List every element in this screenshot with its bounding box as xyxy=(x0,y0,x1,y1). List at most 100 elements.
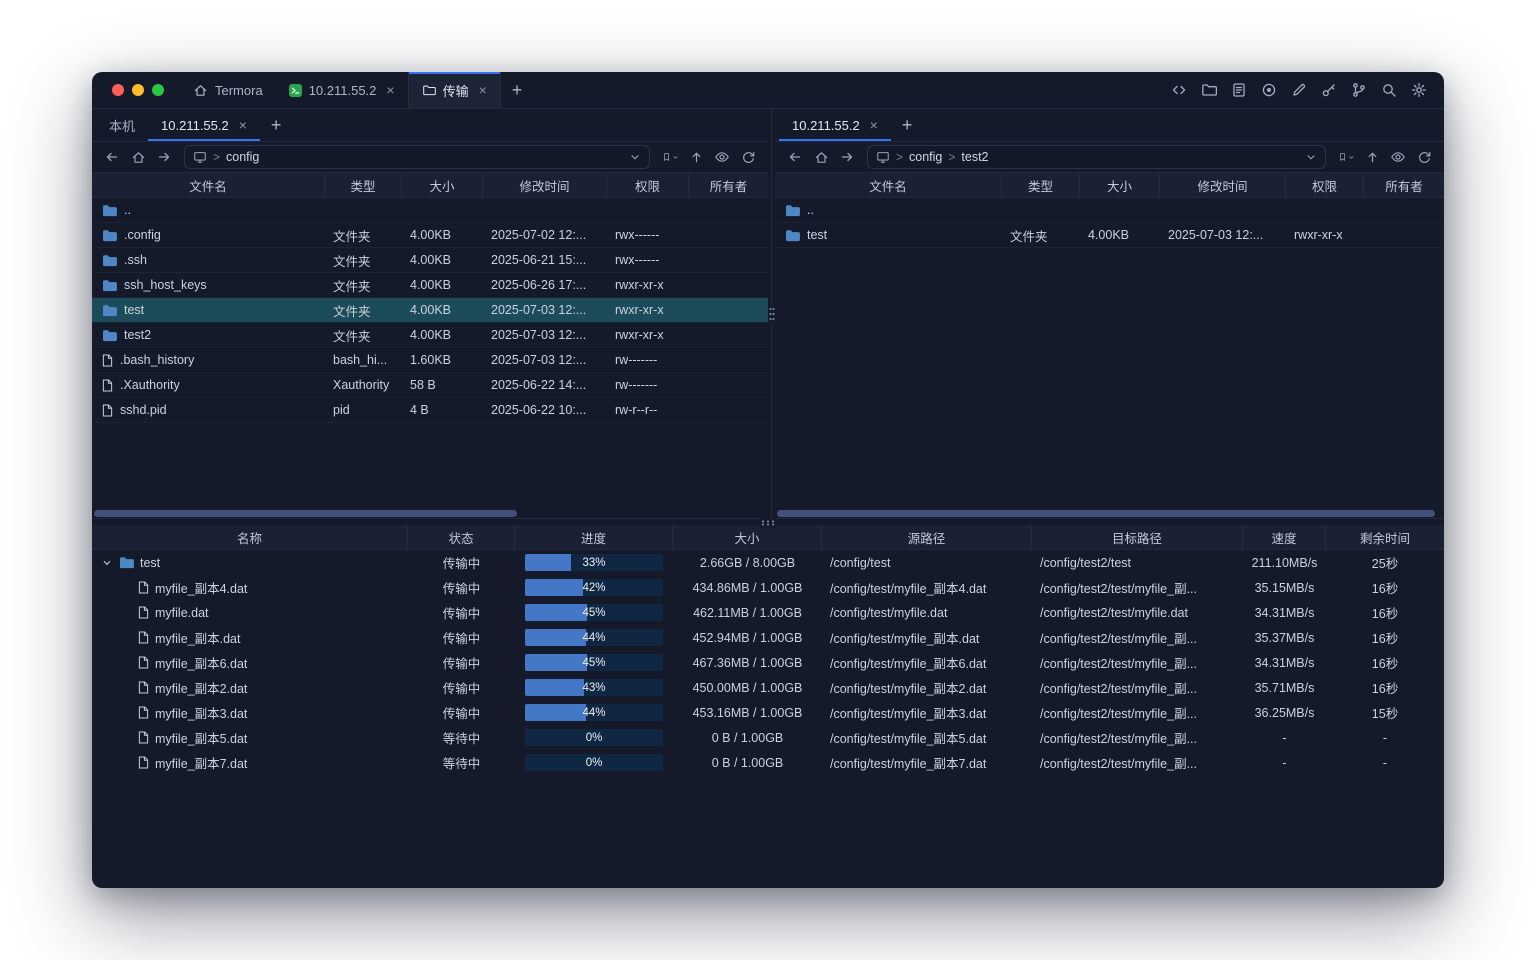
status: 传输中 xyxy=(408,703,515,722)
file-icon xyxy=(138,756,149,769)
scrollbar-thumb[interactable] xyxy=(94,510,517,517)
refresh-icon[interactable] xyxy=(736,146,760,168)
show-hidden-files-icon[interactable] xyxy=(1386,146,1410,168)
back-icon[interactable] xyxy=(100,146,124,168)
transfer-row[interactable]: myfile_副本6.dat 传输中 45% 467.36MB / 1.00GB… xyxy=(92,650,1444,675)
column-header-status[interactable]: 状态 xyxy=(408,525,515,549)
column-header-perm[interactable]: 权限 xyxy=(607,173,689,197)
file-row[interactable]: test2 文件夹 4.00KB 2025-07-03 12:... rwxr-… xyxy=(92,323,768,348)
close-icon[interactable]: × xyxy=(239,118,247,132)
home-icon[interactable] xyxy=(126,146,150,168)
tab-remote-host[interactable]: 10.211.55.2 × xyxy=(148,109,260,141)
close-icon[interactable]: × xyxy=(386,83,394,97)
breadcrumb-segment[interactable]: config xyxy=(226,150,259,164)
chevron-down-icon[interactable] xyxy=(1305,151,1317,163)
column-header-eta[interactable]: 剩余时间 xyxy=(1326,525,1444,549)
column-header-owner[interactable]: 所有者 xyxy=(689,173,768,197)
left-navbar: > config xyxy=(92,142,768,172)
column-header-type[interactable]: 类型 xyxy=(325,173,402,197)
close-window-button[interactable] xyxy=(112,84,124,96)
file-row[interactable]: .ssh 文件夹 4.00KB 2025-06-21 15:... rwx---… xyxy=(92,248,768,273)
file-row[interactable]: test 文件夹 4.00KB 2025-07-03 12:... rwxr-x… xyxy=(775,223,1444,248)
transfer-row[interactable]: myfile_副本5.dat 等待中 0% 0 B / 1.00GB /conf… xyxy=(92,725,1444,750)
horizontal-scrollbar[interactable] xyxy=(94,510,766,517)
file-row[interactable]: .bash_history bash_hi... 1.60KB 2025-07-… xyxy=(92,348,768,373)
folder-icon xyxy=(102,279,117,292)
transfer-splitter[interactable] xyxy=(92,518,1444,525)
tab-local[interactable]: 本机 xyxy=(96,109,148,141)
column-header-type[interactable]: 类型 xyxy=(1002,173,1080,197)
fullscreen-window-button[interactable] xyxy=(152,84,164,96)
column-header-progress[interactable]: 进度 xyxy=(515,525,673,549)
column-header-perm[interactable]: 权限 xyxy=(1286,173,1364,197)
column-header-filename[interactable]: 文件名 xyxy=(775,173,1002,197)
column-header-target[interactable]: 目标路径 xyxy=(1032,525,1243,549)
new-file-tab-button[interactable]: + xyxy=(260,109,293,141)
transfer-row[interactable]: myfile_副本4.dat 传输中 42% 434.86MB / 1.00GB… xyxy=(92,575,1444,600)
column-header-size[interactable]: 大小 xyxy=(402,173,483,197)
path-input[interactable]: > config > test2 xyxy=(867,145,1326,169)
settings-icon[interactable] xyxy=(1410,81,1428,99)
transfer-row[interactable]: myfile_副本2.dat 传输中 43% 450.00MB / 1.00GB… xyxy=(92,675,1444,700)
close-icon[interactable]: × xyxy=(479,83,487,97)
back-icon[interactable] xyxy=(783,146,807,168)
path-input[interactable]: > config xyxy=(184,145,650,169)
show-hidden-files-icon[interactable] xyxy=(710,146,734,168)
tab-termora-home[interactable]: Termora xyxy=(180,72,276,108)
column-header-size[interactable]: 大小 xyxy=(1080,173,1160,197)
tab-remote-host[interactable]: 10.211.55.2 × xyxy=(779,109,891,141)
breadcrumb-segment[interactable]: config xyxy=(909,150,942,164)
file-row[interactable]: sshd.pid pid 4 B 2025-06-22 10:... rw-r-… xyxy=(92,398,768,423)
forward-icon[interactable] xyxy=(835,146,859,168)
horizontal-scrollbar[interactable] xyxy=(777,510,1442,517)
file-row[interactable]: .. xyxy=(92,198,768,223)
column-header-owner[interactable]: 所有者 xyxy=(1364,173,1444,197)
chevron-down-icon[interactable] xyxy=(100,558,113,568)
transfer-row[interactable]: myfile_副本3.dat 传输中 44% 453.16MB / 1.00GB… xyxy=(92,700,1444,725)
bookmark-icon[interactable] xyxy=(1334,146,1358,168)
tab-transfer[interactable]: 传输 × xyxy=(408,72,501,108)
column-header-source[interactable]: 源路径 xyxy=(822,525,1032,549)
tab-host-session[interactable]: 10.211.55.2 × xyxy=(276,72,408,108)
column-header-mtime[interactable]: 修改时间 xyxy=(1160,173,1286,197)
log-icon[interactable] xyxy=(1230,81,1248,99)
bookmark-icon[interactable] xyxy=(658,146,682,168)
minimize-window-button[interactable] xyxy=(132,84,144,96)
file-row[interactable]: ssh_host_keys 文件夹 4.00KB 2025-06-26 17:.… xyxy=(92,273,768,298)
column-header-size[interactable]: 大小 xyxy=(673,525,822,549)
column-header-filename[interactable]: 文件名 xyxy=(92,173,325,197)
folder-icon[interactable] xyxy=(1200,81,1218,99)
file-row[interactable]: .config 文件夹 4.00KB 2025-07-02 12:... rwx… xyxy=(92,223,768,248)
forward-icon[interactable] xyxy=(152,146,176,168)
file-row-selected[interactable]: test 文件夹 4.00KB 2025-07-03 12:... rwxr-x… xyxy=(92,298,768,323)
panel-splitter[interactable] xyxy=(768,109,775,518)
key-icon[interactable] xyxy=(1320,81,1338,99)
transfer-row[interactable]: myfile_副本.dat 传输中 44% 452.94MB / 1.00GB … xyxy=(92,625,1444,650)
edit-icon[interactable] xyxy=(1290,81,1308,99)
close-icon[interactable]: × xyxy=(870,118,878,132)
new-tab-button[interactable]: + xyxy=(501,72,534,108)
file-row[interactable]: .. xyxy=(775,198,1444,223)
source-path: /config/test/myfile_副本7.dat xyxy=(822,753,1032,772)
column-header-name[interactable]: 名称 xyxy=(92,525,408,549)
new-file-tab-button[interactable]: + xyxy=(891,109,924,141)
record-icon[interactable] xyxy=(1260,81,1278,99)
speed: 35.71MB/s xyxy=(1243,681,1326,695)
search-icon[interactable] xyxy=(1380,81,1398,99)
file-row[interactable]: .Xauthority Xauthority 58 B 2025-06-22 1… xyxy=(92,373,768,398)
transfer-row[interactable]: myfile_副本7.dat 等待中 0% 0 B / 1.00GB /conf… xyxy=(92,750,1444,775)
transfer-row[interactable]: test 传输中 33% 2.66GB / 8.00GB /config/tes… xyxy=(92,550,1444,575)
column-header-mtime[interactable]: 修改时间 xyxy=(483,173,607,197)
home-icon[interactable] xyxy=(809,146,833,168)
column-header-speed[interactable]: 速度 xyxy=(1243,525,1326,549)
up-arrow-icon[interactable] xyxy=(684,146,708,168)
transfer-row[interactable]: myfile.dat 传输中 45% 462.11MB / 1.00GB /co… xyxy=(92,600,1444,625)
up-arrow-icon[interactable] xyxy=(1360,146,1384,168)
breadcrumb-segment[interactable]: test2 xyxy=(961,150,988,164)
chevron-down-icon[interactable] xyxy=(629,151,641,163)
scrollbar-thumb[interactable] xyxy=(777,510,1435,517)
eta: 15秒 xyxy=(1326,703,1444,722)
branch-icon[interactable] xyxy=(1350,81,1368,99)
code-icon[interactable] xyxy=(1170,81,1188,99)
refresh-icon[interactable] xyxy=(1412,146,1436,168)
